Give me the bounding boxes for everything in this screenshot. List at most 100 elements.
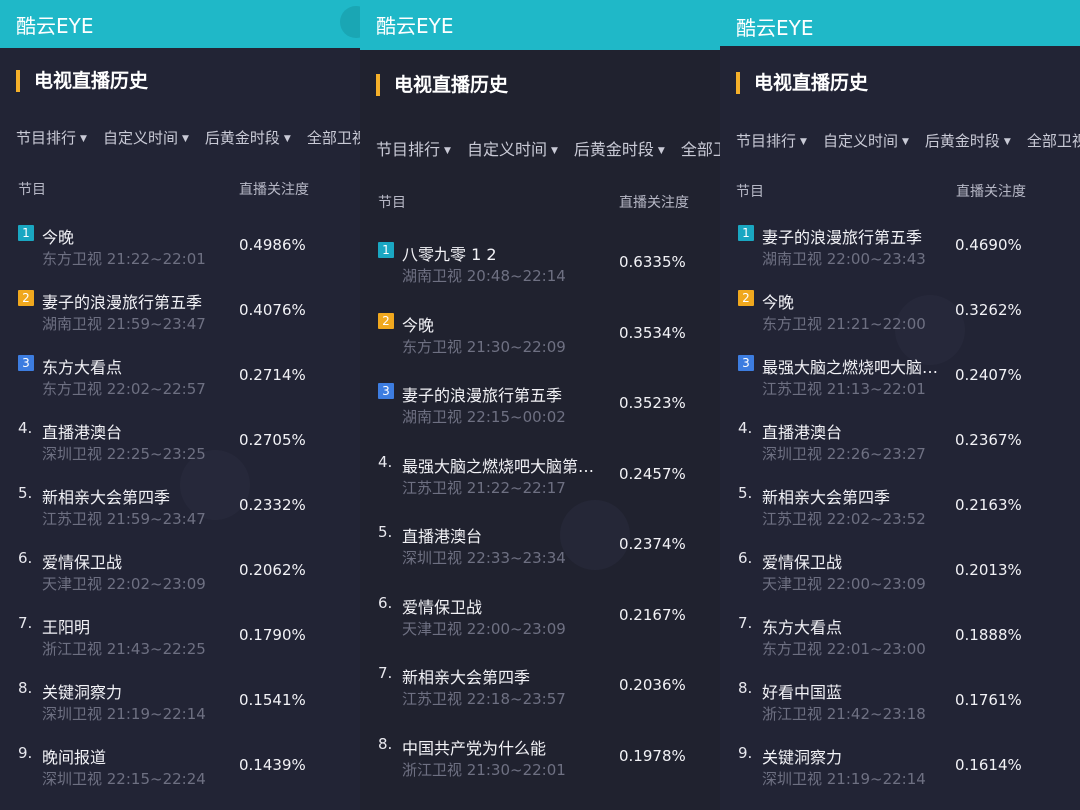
list-item[interactable]: 2 今晚 东方卫视 21:21~22:00 0.3262% xyxy=(720,289,1080,351)
program-name: 爱情保卫战 xyxy=(402,597,483,617)
attention-value: 0.1439% xyxy=(239,756,306,774)
list-item[interactable]: 8. 关键洞察力 深圳卫视 21:19~22:14 0.1541% xyxy=(0,679,360,741)
filter-program-rank[interactable]: 节目排行 ▼ xyxy=(376,136,451,160)
filter-label: 自定义时间 xyxy=(102,129,178,147)
program-channel-time: 江苏卫视 22:02~23:52 xyxy=(762,510,926,528)
filter-channel[interactable]: 全部卫视 xyxy=(1027,130,1080,151)
list-item[interactable]: 1 八零九零 1 2 湖南卫视 20:48~22:14 0.6335% xyxy=(360,241,720,303)
list-item[interactable]: 6. 爱情保卫战 天津卫视 22:02~23:09 0.2062% xyxy=(0,549,360,611)
rank-badge: 1 xyxy=(18,225,34,241)
list-item[interactable]: 8. 中国共产党为什么能 浙江卫视 21:30~22:01 0.1978% xyxy=(360,735,720,797)
list-item[interactable]: 2 今晚 东方卫视 21:30~22:09 0.3534% xyxy=(360,312,720,374)
caret-down-icon: ▼ xyxy=(80,134,87,144)
program-name: 新相亲大会第四季 xyxy=(402,668,531,687)
screenshot-panel-1: 酷云EYE 电视直播历史 节目排行 ▼ 自定义时间 ▼ 后黄金时段 ▼ 全部卫视 节目 直播… xyxy=(0,0,360,810)
section-title: 电视直播历史 xyxy=(376,74,508,96)
program-name: 关键洞察力 xyxy=(42,683,123,702)
program-channel-time: 江苏卫视 21:22~22:17 xyxy=(402,478,566,497)
program-name: 晚间报道 xyxy=(42,748,107,767)
list-item[interactable]: 8. 好看中国蓝 浙江卫视 21:42~23:18 0.1761% xyxy=(720,679,1080,741)
list-item[interactable]: 5. 新相亲大会第四季 江苏卫视 22:02~23:52 0.2163% xyxy=(720,484,1080,546)
rank-badge: 2 xyxy=(738,290,754,306)
filter-program-rank[interactable]: 节目排行 ▼ xyxy=(16,127,87,148)
program-channel-time: 东方卫视 21:22~22:01 xyxy=(42,250,206,268)
filter-time-slot[interactable]: 后黄金时段 ▼ xyxy=(574,136,665,160)
attention-value: 0.4690% xyxy=(955,236,1022,254)
rank-badge: 8. xyxy=(738,679,753,697)
list-item[interactable]: 6. 爱情保卫战 天津卫视 22:00~23:09 0.2167% xyxy=(360,594,720,656)
caret-down-icon: ▼ xyxy=(283,134,291,144)
filter-label: 自定义时间 xyxy=(822,132,898,150)
rank-badge: 5. xyxy=(738,484,753,502)
header-button-icon[interactable] xyxy=(340,6,360,38)
program-channel-time: 东方卫视 21:21~22:00 xyxy=(762,315,926,333)
attention-value: 0.2332% xyxy=(239,496,306,514)
rank-badge: 4. xyxy=(738,419,753,437)
program-name: 今晚 xyxy=(402,315,435,335)
attention-value: 0.2163% xyxy=(955,496,1022,514)
rank-badge: 4. xyxy=(18,419,33,437)
program-name: 关键洞察力 xyxy=(762,748,843,767)
attention-value: 0.2457% xyxy=(619,464,686,483)
attention-value: 0.1614% xyxy=(955,756,1022,774)
program-channel-time: 深圳卫视 22:15~22:24 xyxy=(42,770,206,788)
program-channel-time: 江苏卫视 21:59~23:47 xyxy=(42,510,206,528)
program-name: 妻子的浪漫旅行第五季 xyxy=(42,293,203,312)
program-channel-time: 湖南卫视 22:00~23:43 xyxy=(762,250,926,268)
list-item[interactable]: 6. 爱情保卫战 天津卫视 22:00~23:09 0.2013% xyxy=(720,549,1080,611)
list-item[interactable]: 1 今晚 东方卫视 21:22~22:01 0.4986% xyxy=(0,224,360,286)
attention-value: 0.1761% xyxy=(955,691,1022,709)
attention-value: 0.1790% xyxy=(239,626,306,644)
rank-badge: 8. xyxy=(18,679,33,697)
list-item[interactable]: 3 最强大脑之燃烧吧大脑第… 江苏卫视 21:13~22:01 0.2407% xyxy=(720,354,1080,416)
rank-badge: 4. xyxy=(378,452,393,471)
filter-time-slot[interactable]: 后黄金时段 ▼ xyxy=(205,127,291,148)
filter-custom-time[interactable]: 自定义时间 ▼ xyxy=(823,130,909,151)
filter-label: 节目排行 xyxy=(736,132,797,150)
list-item[interactable]: 9. 晚间报道 深圳卫视 22:15~22:24 0.1439% xyxy=(0,744,360,806)
program-channel-time: 深圳卫视 22:33~23:34 xyxy=(402,549,566,567)
list-item[interactable]: 9. 关键洞察力 深圳卫视 21:19~22:14 0.1614% xyxy=(720,744,1080,806)
filter-bar: 节目排行▼ 自定义时间▼ 后黄金时段▼ 全部卫视 xyxy=(376,136,720,160)
attention-value: 0.3523% xyxy=(619,394,686,412)
list-item[interactable]: 3 妻子的浪漫旅行第五季 湖南卫视 22:15~00:02 0.3523% xyxy=(360,382,720,444)
program-name: 直播港澳台 xyxy=(42,423,123,442)
attention-value: 0.2036% xyxy=(619,676,686,694)
list-item[interactable]: 7. 王阳明 浙江卫视 21:43~22:25 0.1790% xyxy=(0,614,360,676)
filter-channel[interactable]: 全部卫视 xyxy=(307,127,360,148)
list-item[interactable]: 1 妻子的浪漫旅行第五季 湖南卫视 22:00~23:43 0.4690% xyxy=(720,224,1080,286)
list-item[interactable]: 5. 直播港澳台 深圳卫视 22:33~23:34 0.2374% xyxy=(360,523,720,585)
program-name: 王阳明 xyxy=(42,618,91,637)
program-name: 今晚 xyxy=(762,293,795,312)
caret-down-icon: ▼ xyxy=(800,137,807,147)
rank-badge: 9. xyxy=(738,744,753,762)
program-channel-time: 天津卫视 22:00~23:09 xyxy=(402,619,566,638)
list-item[interactable]: 7. 新相亲大会第四季 江苏卫视 22:18~23:57 0.2036% xyxy=(360,664,720,726)
rank-badge: 8. xyxy=(378,734,393,753)
program-name: 最强大脑之燃烧吧大脑第… xyxy=(402,456,595,476)
list-item[interactable]: 4. 直播港澳台 深圳卫视 22:25~23:25 0.2705% xyxy=(0,419,360,481)
list-item[interactable]: 5. 新相亲大会第四季 江苏卫视 21:59~23:47 0.2332% xyxy=(0,484,360,546)
filter-channel[interactable]: 全部卫视 xyxy=(681,136,720,160)
filter-custom-time[interactable]: 自定义时间 ▼ xyxy=(467,136,558,160)
filter-label: 全部卫视 xyxy=(306,129,360,147)
column-header-value: 直播关注度 xyxy=(956,184,1026,200)
program-channel-time: 东方卫视 22:02~22:57 xyxy=(42,380,206,398)
attention-value: 0.2062% xyxy=(239,561,306,579)
program-channel-time: 东方卫视 22:01~23:00 xyxy=(762,640,926,658)
list-item[interactable]: 7. 东方大看点 东方卫视 22:01~23:00 0.1888% xyxy=(720,614,1080,676)
filter-custom-time[interactable]: 自定义时间 ▼ xyxy=(103,127,189,148)
attention-value: 0.2367% xyxy=(955,431,1022,449)
list-item[interactable]: 3 东方大看点 东方卫视 22:02~22:57 0.2714% xyxy=(0,354,360,416)
list-item[interactable]: 4. 最强大脑之燃烧吧大脑第… 江苏卫视 21:22~22:17 0.2457% xyxy=(360,453,720,515)
filter-time-slot[interactable]: 后黄金时段 ▼ xyxy=(925,130,1011,151)
list-item[interactable]: 2 妻子的浪漫旅行第五季 湖南卫视 21:59~23:47 0.4076% xyxy=(0,289,360,351)
rank-badge: 7. xyxy=(378,664,393,682)
program-channel-time: 江苏卫视 21:13~22:01 xyxy=(762,380,926,398)
program-name: 妻子的浪漫旅行第五季 xyxy=(402,386,563,405)
rank-badge: 2 xyxy=(18,290,34,306)
rank-badge: 3 xyxy=(738,355,754,371)
filter-program-rank[interactable]: 节目排行 ▼ xyxy=(736,130,807,151)
section-title: 电视直播历史 xyxy=(736,72,868,94)
list-item[interactable]: 4. 直播港澳台 深圳卫视 22:26~23:27 0.2367% xyxy=(720,419,1080,481)
